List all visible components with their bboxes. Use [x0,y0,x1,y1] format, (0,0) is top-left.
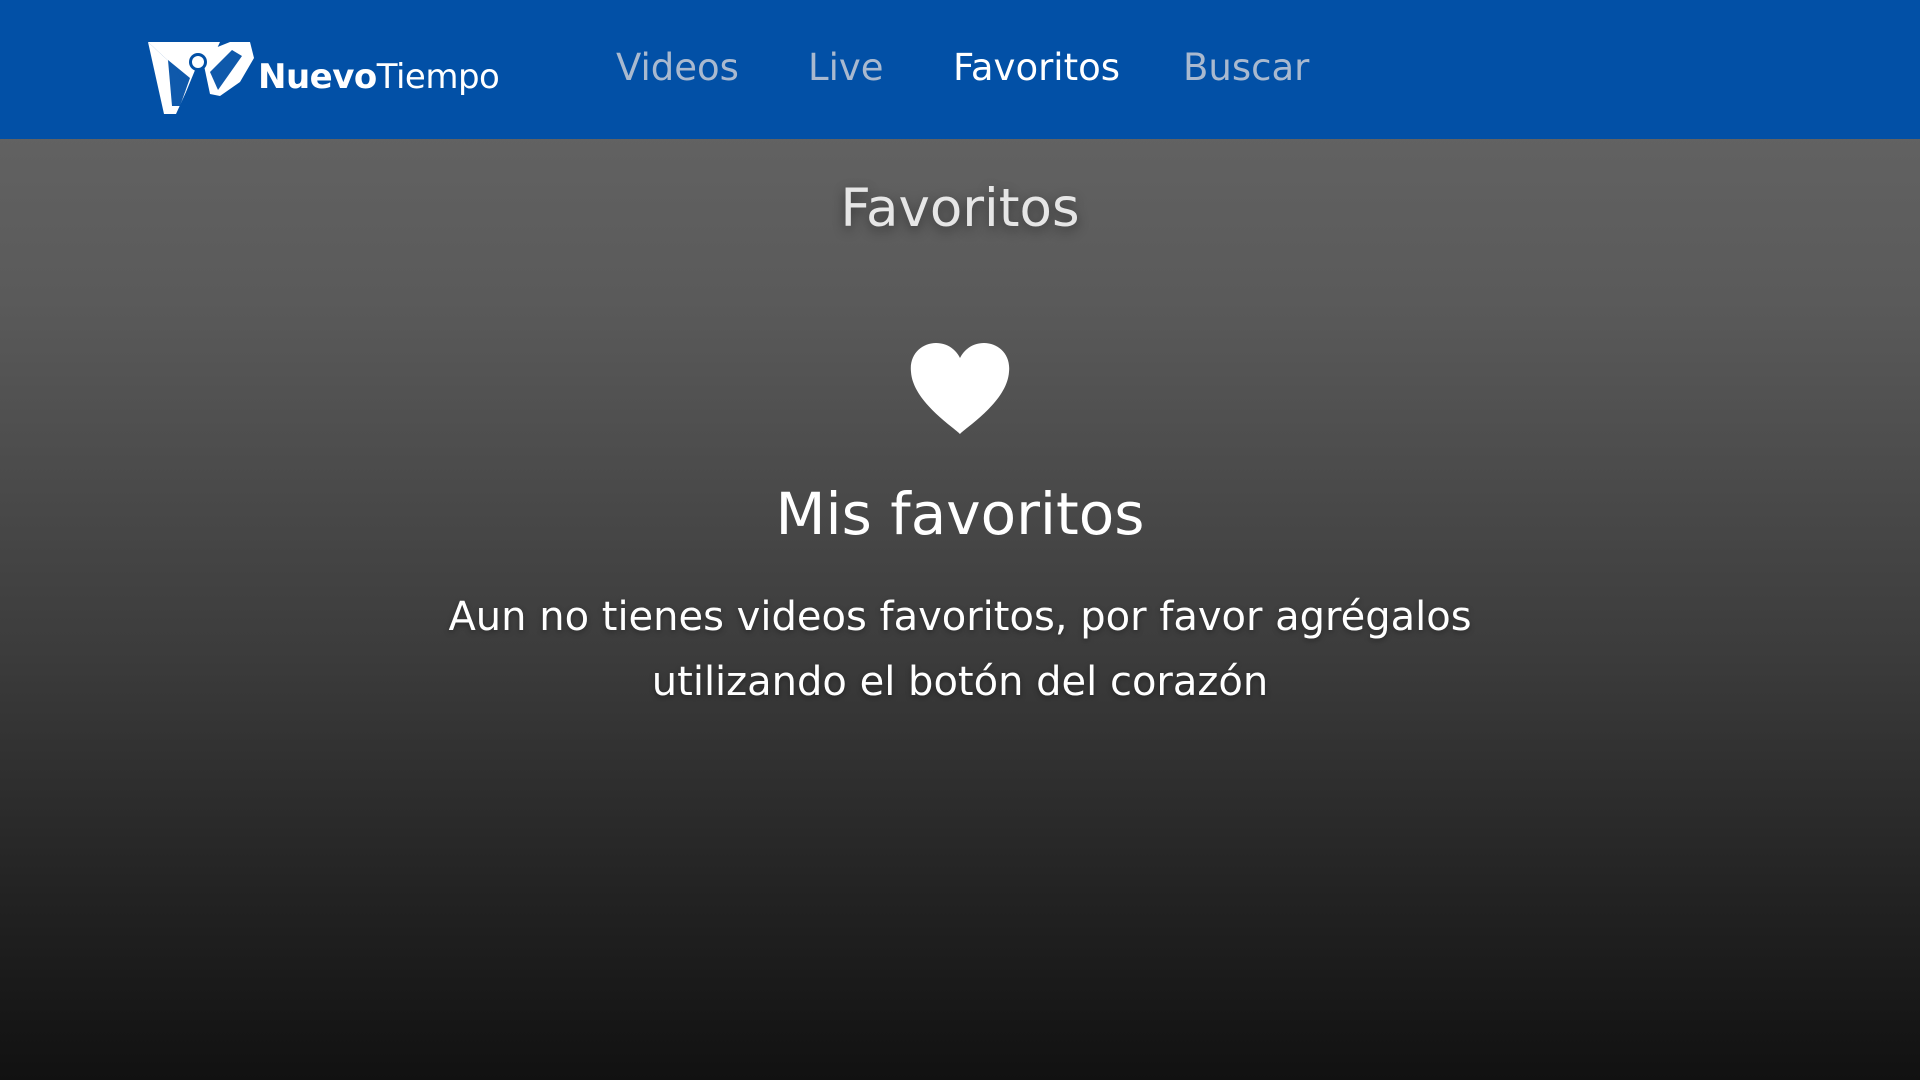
brand-logo: NuevoTiempo [146,38,500,116]
top-navigation-bar: NuevoTiempo Videos Live Favoritos Buscar [0,0,1920,139]
page-title: Favoritos [840,178,1080,239]
nav-tab-videos[interactable]: Videos [616,46,739,89]
heart-icon [910,343,1010,434]
nav-tab-buscar[interactable]: Buscar [1183,46,1309,89]
nav-tab-favoritos[interactable]: Favoritos [953,46,1120,89]
empty-state-message: Aun no tienes videos favoritos, por favo… [448,594,1472,705]
brand-name: NuevoTiempo [258,57,500,97]
nav-tab-live[interactable]: Live [808,46,884,89]
brand-name-regular: Tiempo [376,57,500,97]
empty-state-title: Mis favoritos [775,480,1145,548]
brand-name-bold: Nuevo [258,57,377,97]
nuevotiempo-logo-icon [148,42,254,114]
